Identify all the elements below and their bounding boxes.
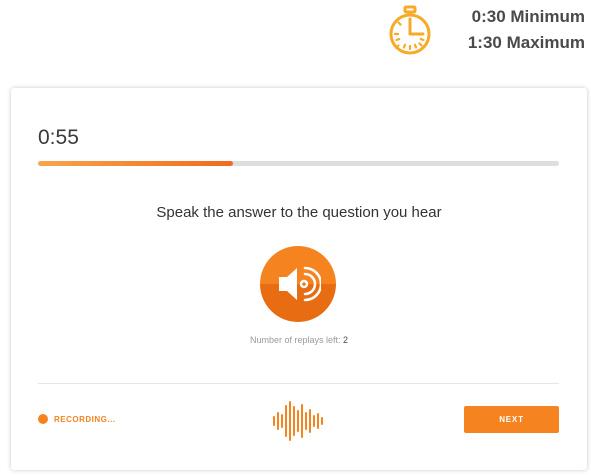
next-button[interactable]: NEXT [464,406,559,433]
waveform-icon [273,401,323,441]
stopwatch-icon [389,5,431,55]
question-card: 0:55 Speak the answer to the question yo… [11,88,587,470]
replays-count: 2 [343,335,349,345]
recording-dot-icon [38,414,48,424]
timer-header: 0:30 Minimum 1:30 Maximum [384,4,585,56]
time-limits: 0:30 Minimum 1:30 Maximum [468,4,585,56]
recording-status: RECORDING... [38,414,116,424]
elapsed-time: 0:55 [38,126,79,149]
time-minimum: 0:30 Minimum [471,7,585,26]
progress-bar [38,161,559,166]
divider [38,383,559,384]
speaker-icon [279,266,321,302]
progress-fill [38,161,234,166]
question-prompt: Speak the answer to the question you hea… [156,204,442,221]
play-audio-button[interactable] [260,246,336,322]
replays-label: Number of replays left: [249,335,344,345]
replays-left: Number of replays left: 2 [11,335,587,345]
recording-label: RECORDING... [54,414,116,424]
time-maximum: 1:30 Maximum [467,33,585,52]
